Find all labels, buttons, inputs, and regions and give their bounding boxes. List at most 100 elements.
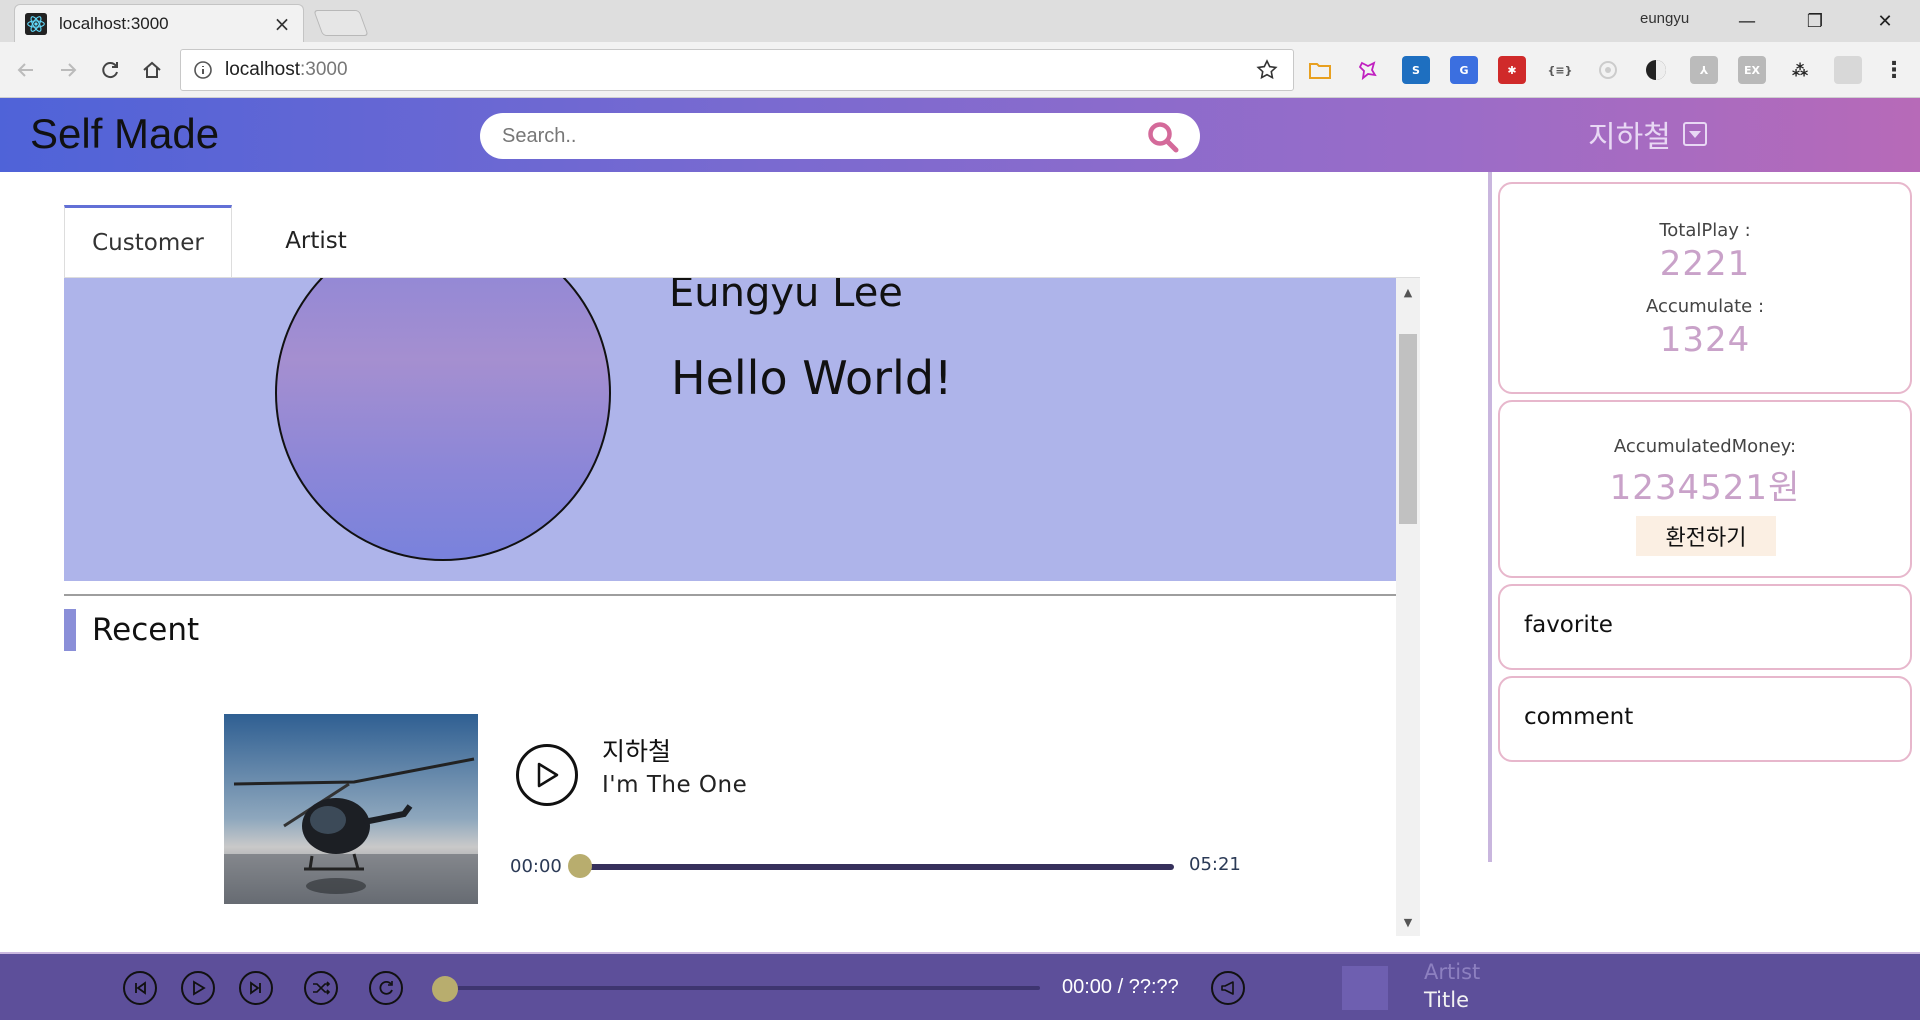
repeat-button[interactable]	[369, 971, 403, 1005]
user-menu[interactable]: 지하철	[1588, 112, 1707, 156]
total-play-label: TotalPlay :	[1659, 220, 1751, 241]
browser-toolbar: localhost:3000 S G ✱ {≡} ⅄ EX ⁂ ⋮	[0, 42, 1920, 98]
play-icon	[193, 980, 206, 996]
money-card: AccumulatedMoney: 1234521원 환전하기	[1498, 400, 1912, 578]
window-extension-icon[interactable]	[1834, 56, 1862, 84]
new-tab-button[interactable]	[313, 10, 369, 36]
recent-heading: Recent	[92, 612, 200, 648]
home-button[interactable]	[134, 52, 170, 88]
folder-extension-icon[interactable]	[1306, 56, 1334, 84]
arrow-left-icon	[17, 63, 33, 77]
scroll-down-icon[interactable]: ▼	[1396, 912, 1420, 932]
browser-profile-name[interactable]: eungyu	[1640, 10, 1689, 27]
profile-message: Hello World!	[671, 351, 953, 405]
exchange-button[interactable]: 환전하기	[1636, 516, 1776, 556]
favorite-link[interactable]: favorite	[1524, 612, 1613, 638]
previous-button[interactable]	[123, 971, 157, 1005]
song-progress-track[interactable]	[580, 864, 1174, 870]
browser-tab[interactable]: localhost:3000 ×	[14, 4, 304, 42]
sidebar-border	[1488, 172, 1492, 862]
player-progress-handle[interactable]	[432, 976, 458, 1002]
window-restore-button[interactable]: ❐	[1790, 4, 1840, 38]
total-play-value: 2221	[1659, 244, 1751, 284]
user-name: 지하철	[1588, 120, 1671, 155]
s-extension-icon[interactable]: S	[1402, 56, 1430, 84]
money-label: AccumulatedMoney:	[1613, 436, 1797, 457]
customer-panel: Eungyu Lee Hello World! Recent 지하철 I'm T…	[64, 278, 1420, 936]
url-text: localhost:3000	[225, 59, 348, 80]
bug-extension-icon[interactable]: ✱	[1498, 56, 1526, 84]
reload-button[interactable]	[92, 52, 128, 88]
translate-extension-icon[interactable]: G	[1450, 56, 1478, 84]
vertical-scrollbar[interactable]: ▲ ▼	[1396, 278, 1420, 936]
content-tabs: Customer Artist	[64, 205, 400, 277]
window-close-button[interactable]: ✕	[1860, 4, 1910, 38]
dots-extension-icon[interactable]: ⁂	[1786, 56, 1814, 84]
repeat-icon	[379, 980, 393, 995]
accumulate-value: 1324	[1659, 320, 1751, 360]
profile-banner: Eungyu Lee Hello World!	[64, 278, 1396, 581]
bottom-player: 00:00 / ??:?? Artist Title	[0, 952, 1920, 1020]
bookmark-star-icon[interactable]	[1255, 58, 1279, 82]
ex-extension-icon[interactable]: EX	[1738, 56, 1766, 84]
song-current-time: 00:00	[510, 856, 562, 877]
avatar	[275, 278, 611, 561]
song-progress-handle[interactable]	[568, 854, 592, 878]
window-minimize-button[interactable]: —	[1722, 4, 1772, 38]
favorite-card[interactable]: favorite	[1498, 584, 1912, 670]
player-album-art	[1342, 966, 1388, 1010]
puzzle-extension-icon[interactable]	[1354, 56, 1382, 84]
tab-customer[interactable]: Customer	[64, 205, 232, 277]
album-art-helicopter	[224, 714, 478, 904]
volume-icon	[1221, 981, 1234, 995]
search-icon[interactable]	[1146, 120, 1180, 154]
skip-next-icon	[250, 981, 261, 995]
address-bar[interactable]: localhost:3000	[180, 49, 1294, 91]
play-button[interactable]	[516, 744, 578, 806]
money-value: 1234521원	[1609, 468, 1801, 508]
shuffle-icon	[313, 981, 331, 995]
comment-card[interactable]: comment	[1498, 676, 1912, 762]
forward-button[interactable]	[50, 52, 86, 88]
player-progress-track[interactable]	[444, 986, 1040, 990]
tab-artist[interactable]: Artist	[232, 205, 400, 277]
scroll-up-icon[interactable]: ▲	[1396, 282, 1420, 302]
json-extension-icon[interactable]: {≡}	[1546, 56, 1574, 84]
dropdown-icon	[1682, 122, 1707, 146]
react-icon	[25, 12, 47, 35]
contrast-extension-icon[interactable]	[1642, 56, 1670, 84]
player-time: 00:00 / ??:??	[1062, 976, 1179, 998]
skip-previous-icon	[135, 981, 146, 995]
browser-tabstrip: localhost:3000 × eungyu — ❐ ✕	[0, 0, 1920, 42]
arrow-right-icon	[61, 63, 77, 77]
song-title: I'm The One	[602, 772, 748, 798]
tab-close-icon[interactable]: ×	[271, 12, 293, 36]
song-artist: 지하철	[602, 737, 672, 766]
app-header: Self Made 지하철	[0, 98, 1920, 172]
search-input[interactable]	[480, 113, 1200, 159]
comment-link[interactable]: comment	[1524, 704, 1633, 730]
accumulate-label: Accumulate :	[1645, 296, 1765, 317]
player-title: Title	[1424, 988, 1470, 1012]
player-play-button[interactable]	[181, 971, 215, 1005]
play-stats-card: TotalPlay : 2221 Accumulate : 1324	[1498, 182, 1912, 394]
shuffle-button[interactable]	[304, 971, 338, 1005]
tab-title: localhost:3000	[59, 13, 169, 33]
info-icon	[194, 61, 212, 79]
next-button[interactable]	[239, 971, 273, 1005]
target-extension-icon[interactable]	[1594, 56, 1622, 84]
scrollbar-thumb[interactable]	[1399, 334, 1417, 524]
reload-icon	[102, 62, 118, 79]
back-button[interactable]	[8, 52, 44, 88]
player-artist: Artist	[1424, 960, 1481, 984]
home-icon	[143, 61, 161, 78]
brand-logo[interactable]: Self Made	[30, 110, 219, 158]
recent-accent-bar	[64, 609, 76, 651]
section-divider	[64, 594, 1396, 596]
profile-name: Eungyu Lee	[669, 278, 903, 316]
volume-button[interactable]	[1211, 971, 1245, 1005]
song-total-time: 05:21	[1189, 854, 1241, 875]
browser-menu-icon[interactable]: ⋮	[1880, 56, 1908, 84]
pdf-extension-icon[interactable]: ⅄	[1690, 56, 1718, 84]
play-icon	[537, 762, 559, 788]
